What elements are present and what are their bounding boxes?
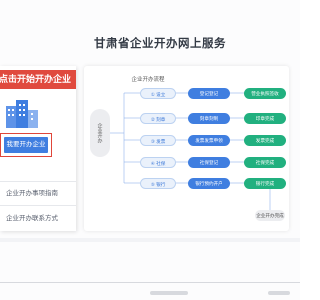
flow-step-2[interactable]: ② 刻章 bbox=[140, 113, 176, 124]
contact-link[interactable]: 企业开办联系方式 bbox=[0, 212, 76, 222]
flow-step-5[interactable]: ⑤ 银行 bbox=[140, 178, 176, 189]
flow-mid-1[interactable]: 登记登记 bbox=[188, 88, 230, 99]
page-title: 甘肃省企业开办网上服务 bbox=[94, 38, 226, 50]
start-business-banner[interactable]: 点击开始开办企业 bbox=[0, 70, 76, 89]
section-divider bbox=[0, 238, 300, 242]
contact-link-label: 企业开办联系方式 bbox=[6, 215, 58, 222]
flow-done-2[interactable]: 印章完成 bbox=[244, 113, 286, 124]
flow-step-4[interactable]: ④ 社保 bbox=[140, 157, 176, 168]
flow-mid-3[interactable]: 发票发票申领 bbox=[188, 135, 230, 146]
bullet-icon bbox=[0, 191, 4, 195]
flow-title: 企业开办流程 bbox=[131, 77, 165, 83]
placeholder-bar bbox=[150, 291, 188, 295]
apply-button-frame: 我要开办企业 bbox=[0, 133, 52, 157]
flow-step-3[interactable]: ③ 发票 bbox=[140, 135, 176, 146]
building-icon bbox=[6, 100, 38, 128]
guide-link[interactable]: 企业开办事项指南 bbox=[0, 187, 76, 197]
flow-step-1[interactable]: ① 设立 bbox=[140, 88, 176, 99]
flow-done-3[interactable]: 发票完成 bbox=[244, 135, 286, 146]
section-divider bbox=[0, 282, 300, 283]
flow-done-1[interactable]: 营业执照签收 bbox=[244, 88, 286, 99]
flow-mid-5[interactable]: 银行预约开户 bbox=[188, 178, 230, 189]
divider bbox=[0, 181, 76, 182]
flow-mid-2[interactable]: 刻章刻制 bbox=[188, 113, 230, 124]
guide-link-label: 企业开办事项指南 bbox=[6, 190, 58, 197]
divider bbox=[0, 205, 76, 206]
flow-done-4[interactable]: 社保完成 bbox=[244, 157, 286, 168]
flow-side-label: 企业开办 bbox=[90, 109, 110, 157]
bullet-icon bbox=[0, 216, 4, 220]
apply-business-button[interactable]: 我要开办企业 bbox=[4, 137, 48, 153]
flow-done-5[interactable]: 银行完成 bbox=[244, 178, 286, 189]
flow-final: 企业开办完成 bbox=[255, 210, 285, 221]
start-business-banner-label: 点击开始开办企业 bbox=[0, 74, 72, 84]
left-panel: 点击开始开办企业 我要开办企业 企业开办事项指南 企业开办联系方式 bbox=[0, 66, 76, 231]
page: 甘肃省企业开办网上服务 点击开始开办企业 我要开办企业 企业开办事项指南 企业开… bbox=[0, 0, 300, 300]
flow-mid-4[interactable]: 社保登记 bbox=[188, 157, 230, 168]
placeholder-bar bbox=[268, 291, 290, 295]
